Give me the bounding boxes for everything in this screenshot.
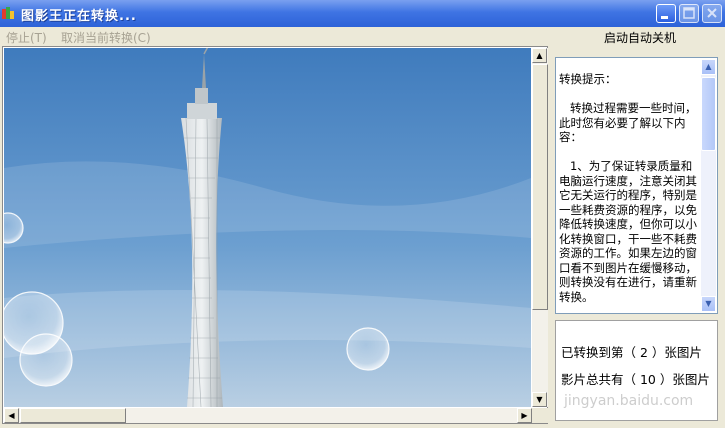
title-bar: 图影王正在转换... [0, 0, 725, 27]
minimize-button[interactable] [656, 4, 676, 23]
maximize-button[interactable] [679, 4, 699, 23]
scroll-up-arrow-icon[interactable]: ▲ [532, 48, 547, 63]
window-title: 图影王正在转换... [21, 9, 137, 24]
scroll-right-arrow-icon[interactable]: ▶ [517, 408, 532, 423]
image-viewer: ▲ ▼ ◀ ▶ [2, 46, 548, 424]
viewer-vertical-scrollbar[interactable]: ▲ ▼ [532, 48, 548, 407]
auto-shutdown-button[interactable]: 启动自动关机 [556, 29, 724, 46]
conversion-hint-text: 转换提示： 转换过程需要一些时间，此时您有必要了解以下内容： 1、为了保证转录质… [559, 72, 697, 304]
watermark: jingyan.baidu.com [564, 393, 694, 409]
hint-scroll-down-icon[interactable]: ▼ [701, 296, 716, 312]
vertical-scroll-thumb[interactable] [532, 64, 548, 310]
hint-scroll-thumb[interactable] [701, 77, 716, 151]
cancel-current-menu[interactable]: 取消当前转换(C) [61, 29, 151, 46]
maximize-icon [683, 7, 695, 19]
app-icon[interactable] [2, 5, 16, 19]
scroll-left-arrow-icon[interactable]: ◀ [4, 408, 19, 423]
scroll-down-arrow-icon[interactable]: ▼ [532, 392, 547, 407]
horizontal-scroll-thumb[interactable] [20, 408, 126, 423]
canton-tower-photo [4, 48, 531, 407]
hint-scroll-up-icon[interactable]: ▲ [701, 59, 716, 75]
converted-count-text: 已转换到第（ 2 ）张图片 [561, 345, 702, 360]
minimize-icon [661, 16, 668, 19]
viewer-horizontal-scrollbar[interactable]: ◀ ▶ [4, 408, 532, 423]
close-icon [707, 8, 717, 18]
scroll-corner [532, 408, 548, 423]
conversion-hint-box[interactable]: 转换提示： 转换过程需要一些时间，此时您有必要了解以下内容： 1、为了保证转录质… [555, 57, 718, 314]
close-button[interactable] [702, 4, 722, 23]
stop-menu[interactable]: 停止(T) [6, 29, 47, 46]
hint-scrollbar[interactable]: ▲ ▼ [701, 59, 716, 312]
total-count-text: 影片总共有（ 10 ）张图片 [561, 372, 710, 387]
